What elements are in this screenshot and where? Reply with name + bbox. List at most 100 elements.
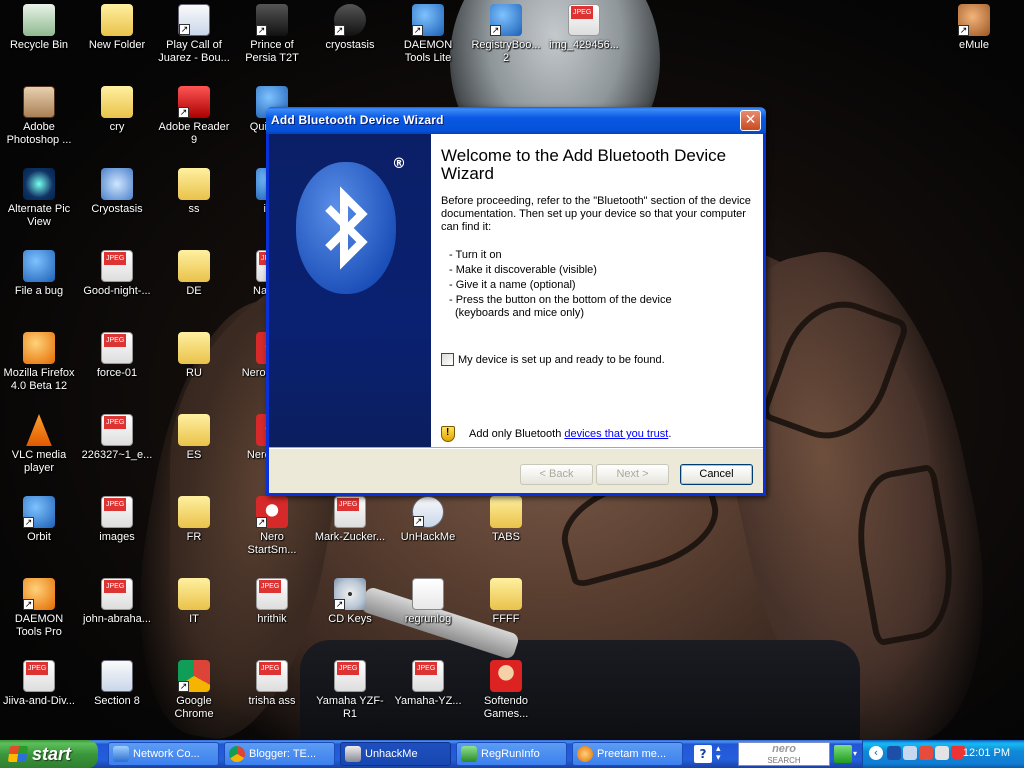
desktop-icon-section-8[interactable]: Section 8 [78, 660, 156, 708]
desktop-icon-force-01[interactable]: force-01 [78, 332, 156, 380]
help-icon[interactable]: ? [694, 745, 712, 763]
network-tray-icon[interactable] [903, 746, 917, 760]
desktop-icon-orbit[interactable]: ↗ Orbit [0, 496, 78, 544]
desktop-icon-label: Good-night-... [83, 285, 151, 297]
desktop-icon-label: RegistryBoo... 2 [471, 39, 541, 64]
trusted-devices-link[interactable]: devices that you trust [564, 428, 668, 440]
desktop-icon-it[interactable]: IT [155, 578, 233, 626]
task-preetam-firefox[interactable]: Preetam me... [572, 742, 683, 766]
desktop-icon-john-abraham[interactable]: john-abraha... [78, 578, 156, 626]
desktop-icon-label: Alternate Pic View [7, 203, 71, 228]
desktop-icon-cry[interactable]: cry [78, 86, 156, 134]
desktop-icon-unhackme[interactable]: ↗ UnHackMe [389, 496, 467, 544]
nero-search-box[interactable]: nero SEARCH [738, 742, 830, 766]
desktop-icon-label: Softendo Games... [483, 695, 529, 720]
desktop-icon-hrithik[interactable]: hrithik [233, 578, 311, 626]
desktop-icon-daemon-pro[interactable]: ↗ DAEMON Tools Pro [0, 578, 78, 639]
text-file-icon [412, 578, 444, 610]
desktop-icon-label: 226327~1_e... [81, 449, 153, 461]
desktop-icon-file-a-bug[interactable]: File a bug [0, 250, 78, 298]
desktop-icon-tabs[interactable]: TABS [467, 496, 545, 544]
desktop-icon-yamaha-yz[interactable]: Yamaha-YZ... [389, 660, 467, 708]
desktop-icon-label: Section 8 [94, 695, 140, 707]
desktop-icon-good-night[interactable]: Good-night-... [78, 250, 156, 298]
desktop-icon-regrunlog[interactable]: regrunlog [389, 578, 467, 626]
desktop-icon-images[interactable]: images [78, 496, 156, 544]
desktop-icon-label: eMule [959, 39, 989, 51]
desktop-icon-ru[interactable]: RU [155, 332, 233, 380]
desktop-icon-nero-startsmart[interactable]: ↗ Nero StartSm... [233, 496, 311, 557]
desktop-icon-vlc[interactable]: VLC media player [0, 414, 78, 475]
task-regruninfo[interactable]: RegRunInfo [456, 742, 567, 766]
task-label: Preetam me... [597, 748, 667, 760]
bluetooth-tray-icon[interactable] [887, 746, 901, 760]
desktop-icon-jiiva[interactable]: Jiiva-and-Div... [0, 660, 78, 708]
desktop-icon-de[interactable]: DE [155, 250, 233, 298]
device-ready-label[interactable]: My device is set up and ready to be foun… [458, 354, 665, 366]
chrome-icon: ↗ [178, 660, 210, 692]
desktop-icon-ffff[interactable]: FFFF [467, 578, 545, 626]
task-unhackme[interactable]: UnhackMe [340, 742, 451, 766]
desktop-icon-label: FR [186, 531, 202, 543]
tray-collapse-icon[interactable]: ‹ [869, 746, 883, 760]
emule-icon: ↗ [958, 4, 990, 36]
desktop-icon-es[interactable]: ES [155, 414, 233, 462]
window-titlebar[interactable]: Add Bluetooth Device Wizard ✕ [266, 107, 766, 134]
step-item: - Turn it on [449, 249, 502, 261]
next-button[interactable]: Next > [596, 464, 669, 485]
desktop-icon-adobe-reader[interactable]: ↗ Adobe Reader 9 [155, 86, 233, 147]
device-ready-row[interactable]: My device is set up and ready to be foun… [441, 353, 665, 366]
desktop-icon-daemon-lite[interactable]: ↗ DAEMON Tools Lite [389, 4, 467, 65]
desktop-icon-call-of-juarez[interactable]: ↗ Play Call of Juarez - Bou... [155, 4, 233, 65]
taskbar-scroll-arrows-icon[interactable]: ▴ ▾ [716, 745, 728, 763]
task-blogger[interactable]: Blogger: TE... [224, 742, 335, 766]
recycle-bin-icon [23, 4, 55, 36]
device-ready-checkbox[interactable] [441, 353, 454, 366]
desktop-icon-label: FFFF [492, 613, 520, 625]
desktop-icon-softendo[interactable]: Softendo Games... [467, 660, 545, 721]
desktop-icon-fr[interactable]: FR [155, 496, 233, 544]
desktop-icon-firefox[interactable]: Mozilla Firefox 4.0 Beta 12 [0, 332, 78, 393]
desktop-icon-label: ss [188, 203, 200, 215]
task-network-connections[interactable]: Network Co... [108, 742, 219, 766]
game-icon: ↗ [256, 4, 288, 36]
desktop-icon-registry-booster[interactable]: ↗ RegistryBoo... 2 [467, 4, 545, 65]
desktop-icon-label: Yamaha-YZ... [394, 695, 462, 707]
start-button[interactable]: start [0, 740, 98, 768]
desktop-icon-alternate-pic-view[interactable]: Alternate Pic View [0, 168, 78, 229]
desktop-icon-mark-zucker[interactable]: Mark-Zucker... [311, 496, 389, 544]
folder-icon [178, 332, 210, 364]
go-arrow-icon[interactable] [834, 745, 852, 763]
desktop-icon-prince-of-persia[interactable]: ↗ Prince of Persia T2T [233, 4, 311, 65]
desktop-icon-ss[interactable]: ss [155, 168, 233, 216]
desktop-icon-yamaha-r1[interactable]: Yamaha YZF-R1 [311, 660, 389, 721]
desktop-icon-cryostasis[interactable]: ↗ cryostasis [311, 4, 389, 52]
desktop-icon-google-chrome[interactable]: ↗ Google Chrome [155, 660, 233, 721]
wizard-steps: - Turn it on - Make it discoverable (vis… [441, 248, 753, 321]
dropdown-arrow-icon[interactable]: ▾ [853, 745, 861, 763]
desktop-icon-cryostasis-2[interactable]: Cryostasis [78, 168, 156, 216]
desktop-icon-cd-keys[interactable]: ↗ CD Keys [311, 578, 389, 626]
close-button[interactable]: ✕ [740, 110, 761, 131]
security-tray-icon[interactable] [919, 746, 933, 760]
desktop-icon-226327[interactable]: 226327~1_e... [78, 414, 156, 462]
desktop-icon-photoshop[interactable]: Adobe Photoshop ... [0, 86, 78, 147]
cancel-button[interactable]: Cancel [680, 464, 753, 485]
clock[interactable]: 12:01 PM [963, 747, 1010, 759]
wizard-content: Welcome to the Add Bluetooth Device Wiza… [431, 134, 763, 447]
jpeg-icon [23, 660, 55, 692]
desktop-icon-label: Prince of Persia T2T [245, 39, 299, 64]
folder-icon [178, 250, 210, 282]
volume-tray-icon[interactable] [935, 746, 949, 760]
game-shortcut-icon: ↗ [178, 4, 210, 36]
registry-booster-icon: ↗ [490, 4, 522, 36]
desktop-icon-emule[interactable]: ↗ eMule [935, 4, 1013, 52]
back-button[interactable]: < Back [520, 464, 593, 485]
task-label: Network Co... [133, 748, 200, 760]
desktop-icon-trisha[interactable]: trisha ass [233, 660, 311, 708]
desktop-icon-recycle-bin[interactable]: Recycle Bin [0, 4, 78, 52]
nero-search-sub: SEARCH [767, 756, 801, 765]
desktop-icon-img[interactable]: img_429456... [545, 4, 623, 52]
taskbar: start Network Co... Blogger: TE... Unhac… [0, 740, 1024, 768]
desktop-icon-new-folder[interactable]: New Folder [78, 4, 156, 52]
